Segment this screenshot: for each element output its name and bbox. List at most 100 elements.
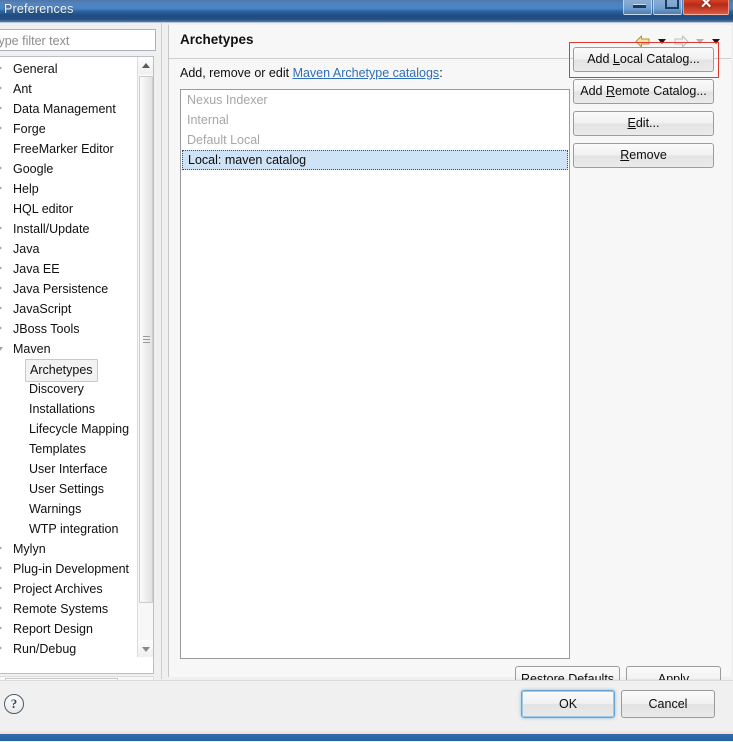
sidebar-item-installations[interactable]: Installations <box>0 399 137 419</box>
expand-arrow-icon[interactable] <box>0 225 2 231</box>
edit-post: dit... <box>635 116 660 130</box>
content-pane: Archetypes Add, remove or edit Maven Arc… <box>168 25 731 692</box>
sidebar-item-report-design[interactable]: Report Design <box>0 619 137 639</box>
scroll-down-icon[interactable] <box>138 640 153 657</box>
intro-suffix: : <box>439 66 443 80</box>
sidebar-item-java-ee[interactable]: Java EE <box>0 259 137 279</box>
catalog-list[interactable]: Nexus Indexer Internal Default Local Local:… <box>180 89 570 659</box>
sidebar-item-warnings[interactable]: Warnings <box>0 499 137 519</box>
sidebar-item-label: General <box>13 62 58 76</box>
sidebar-item-general[interactable]: General <box>0 59 137 79</box>
sidebar-item-java-persistence[interactable]: Java Persistence <box>0 279 137 299</box>
sidebar-item-label: Warnings <box>29 502 82 516</box>
expand-arrow-icon[interactable] <box>0 65 2 71</box>
sidebar-item-run-debug[interactable]: Run/Debug <box>0 639 137 659</box>
sidebar-item-label: Google <box>13 162 54 176</box>
sidebar-item-label: Java Persistence <box>13 282 109 296</box>
sidebar-item-label: Install/Update <box>13 222 90 236</box>
minimize-button[interactable] <box>623 0 653 15</box>
expand-arrow-icon[interactable] <box>0 105 2 111</box>
collapse-arrow-icon[interactable] <box>0 347 3 351</box>
sidebar-item-install-update[interactable]: Install/Update <box>0 219 137 239</box>
add-local-pre: Add <box>587 52 613 66</box>
sidebar-item-label: Mylyn <box>13 542 46 556</box>
expand-arrow-icon[interactable] <box>0 545 2 551</box>
sidebar-item-label: FreeMarker Editor <box>13 142 114 156</box>
expand-arrow-icon[interactable] <box>0 565 2 571</box>
sidebar-item-label: Project Archives <box>13 582 103 596</box>
sidebar-item-lifecycle-mapping[interactable]: Lifecycle Mapping <box>0 419 137 439</box>
sidebar-item-wtp-integration[interactable]: WTP integration <box>0 519 137 539</box>
sidebar-item-data-management[interactable]: Data Management <box>0 99 137 119</box>
expand-arrow-icon[interactable] <box>0 325 2 331</box>
expand-arrow-icon[interactable] <box>0 85 2 91</box>
expand-arrow-icon[interactable] <box>0 585 2 591</box>
sidebar-item-mylyn[interactable]: Mylyn <box>0 539 137 559</box>
preferences-dialog: Preferences ✕ type filter text General An… <box>0 0 733 742</box>
expand-arrow-icon[interactable] <box>0 125 2 131</box>
expand-arrow-icon[interactable] <box>0 605 2 611</box>
ok-button[interactable]: OK <box>521 690 615 718</box>
sidebar-item-label: JavaScript <box>13 302 72 316</box>
window-title: Preferences <box>4 2 74 16</box>
scroll-up-icon[interactable] <box>138 57 153 74</box>
sidebar-item-templates[interactable]: Templates <box>0 439 137 459</box>
sidebar-item-label: Installations <box>29 402 96 416</box>
remove-button[interactable]: Remove <box>573 143 714 168</box>
pane-divider <box>161 23 162 679</box>
sidebar-item-google[interactable]: Google <box>0 159 137 179</box>
sidebar-item-ant[interactable]: Ant <box>0 79 137 99</box>
expand-arrow-icon[interactable] <box>0 165 2 171</box>
expand-arrow-icon[interactable] <box>0 625 2 631</box>
sidebar-item-forge[interactable]: Forge <box>0 119 137 139</box>
list-item[interactable]: Nexus Indexer <box>181 90 569 110</box>
sidebar-item-project-archives[interactable]: Project Archives <box>0 579 137 599</box>
add-local-mnemonic: L <box>612 52 620 66</box>
sidebar-item-label: Data Management <box>13 102 116 116</box>
sidebar-item-plug-in-development[interactable]: Plug-in Development <box>0 559 137 579</box>
edit-button[interactable]: Edit... <box>573 111 714 136</box>
sidebar-item-label: Report Design <box>13 622 93 636</box>
sidebar-item-label: Run/Debug <box>13 642 77 656</box>
cancel-button[interactable]: Cancel <box>621 690 715 718</box>
tree-scrollbar-thumb[interactable] <box>139 76 153 603</box>
sidebar-item-maven[interactable]: Maven <box>0 339 137 359</box>
list-item[interactable]: Internal <box>181 110 569 130</box>
add-remote-catalog-button[interactable]: Add Remote Catalog... <box>573 79 714 104</box>
expand-arrow-icon[interactable] <box>0 285 2 291</box>
expand-arrow-icon[interactable] <box>0 245 2 251</box>
sidebar-item-discovery[interactable]: Discovery <box>0 379 137 399</box>
sidebar-item-java[interactable]: Java <box>0 239 137 259</box>
list-item[interactable]: Default Local <box>181 130 569 150</box>
expand-arrow-icon[interactable] <box>0 305 2 311</box>
tree-vertical-scrollbar[interactable] <box>137 57 153 657</box>
page-title: Archetypes <box>180 32 254 47</box>
sidebar-item-label: HQL editor <box>13 202 73 216</box>
title-bar[interactable]: Preferences ✕ <box>0 0 733 22</box>
maven-archetype-catalogs-link[interactable]: Maven Archetype catalogs <box>293 66 440 80</box>
sidebar-item-label: Help <box>13 182 39 196</box>
tree-items-container: General Ant Data Management Forge FreeMarker… <box>0 59 137 659</box>
sidebar-item-help[interactable]: Help <box>0 179 137 199</box>
help-icon[interactable]: ? <box>4 694 24 714</box>
sidebar-item-jboss-tools[interactable]: JBoss Tools <box>0 319 137 339</box>
sidebar-item-freemarker-editor[interactable]: FreeMarker Editor <box>0 139 137 159</box>
sidebar-item-label: Discovery <box>29 382 84 396</box>
add-local-catalog-button[interactable]: Add Local Catalog... <box>573 47 714 72</box>
maximize-button[interactable] <box>653 0 683 15</box>
sidebar-item-remote-systems[interactable]: Remote Systems <box>0 599 137 619</box>
list-item[interactable]: Local: maven catalog <box>182 150 568 170</box>
filter-input[interactable]: type filter text <box>0 29 156 51</box>
sidebar-item-user-interface[interactable]: User Interface <box>0 459 137 479</box>
expand-arrow-icon[interactable] <box>0 185 2 191</box>
sidebar-item-javascript[interactable]: JavaScript <box>0 299 137 319</box>
expand-arrow-icon[interactable] <box>0 265 2 271</box>
close-button[interactable]: ✕ <box>683 0 729 15</box>
sidebar-item-hql-editor[interactable]: HQL editor <box>0 199 137 219</box>
preferences-tree[interactable]: General Ant Data Management Forge FreeMarker… <box>0 56 154 674</box>
remove-post: emove <box>629 148 667 162</box>
sidebar-item-archetypes[interactable]: Archetypes <box>0 359 137 382</box>
add-remote-post: emote Catalog... <box>615 84 707 98</box>
expand-arrow-icon[interactable] <box>0 645 2 651</box>
sidebar-item-user-settings[interactable]: User Settings <box>0 479 137 499</box>
